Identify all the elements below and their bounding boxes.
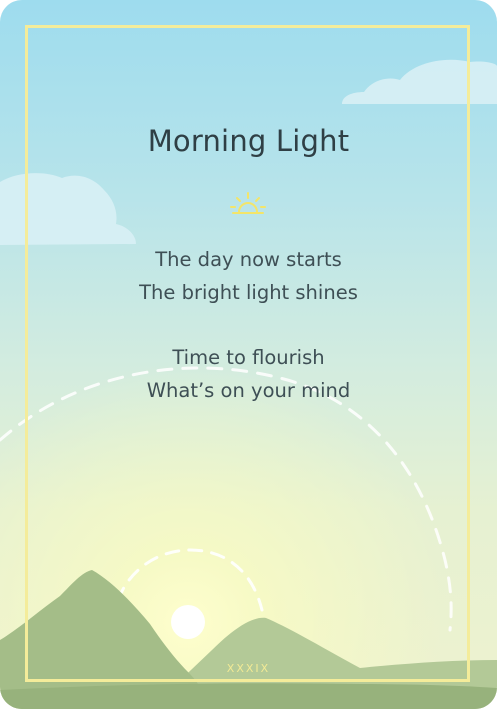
poem-line-2: The bright light shines [139, 281, 358, 304]
card-number: XXXIX [226, 662, 271, 675]
poem-card: Morning Light The day now starts The bri… [0, 0, 497, 709]
poem-line-3: Time to flourish [172, 346, 325, 369]
poem-line-1: The day now starts [155, 248, 342, 271]
ground [0, 683, 497, 709]
poem-title: Morning Light [147, 124, 350, 158]
poem-line-4: What’s on your mind [146, 379, 351, 402]
